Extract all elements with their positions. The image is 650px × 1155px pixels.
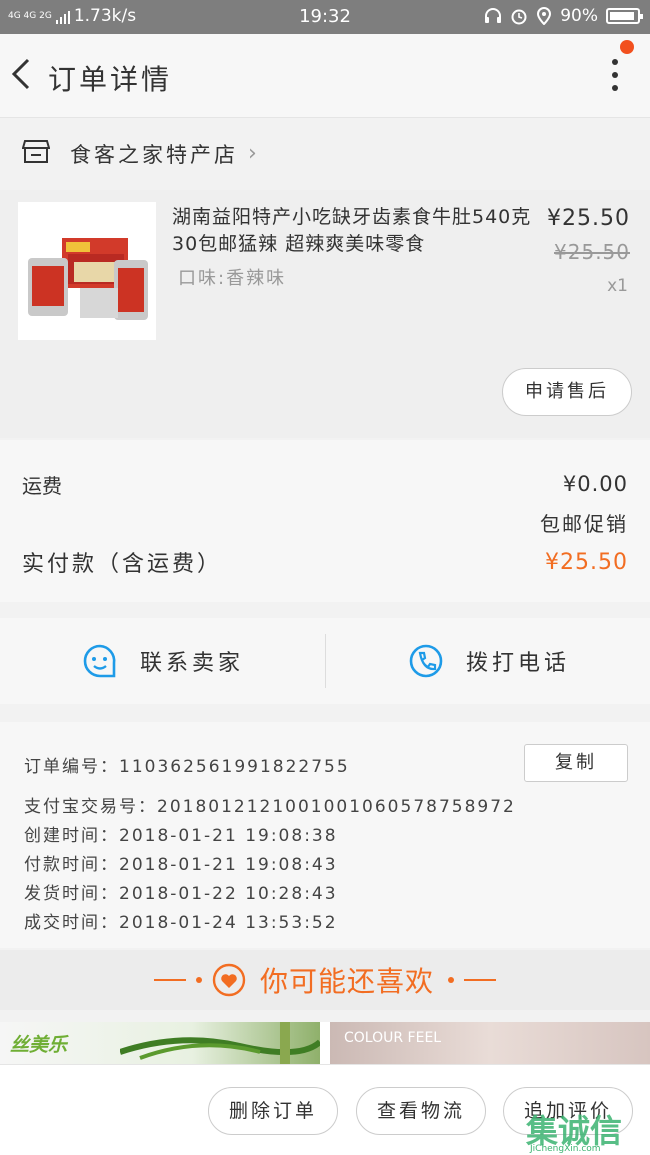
contact-divider [325,634,326,688]
shipping-label: 运费 [22,474,62,498]
back-arrow-icon[interactable] [8,54,38,94]
more-options-icon[interactable] [606,56,624,96]
shop-row[interactable]: 食客之家特产店 › [0,119,650,187]
battery-percent: 90% [560,6,598,26]
alipay-number: 支付宝交易号：2018012121001001060578758972 [24,797,516,817]
product-title[interactable]: 湖南益阳特产小吃缺牙齿素食牛肚540克30包邮猛辣 超辣爽美味零食 [172,204,532,258]
ad-card-1[interactable]: 丝美乐 [0,1022,320,1064]
contact-section: 联系卖家 拨打电话 [0,618,650,704]
delete-order-button[interactable]: 删除订单 [208,1087,338,1135]
completed-time: 成交时间：2018-01-24 13:53:52 [24,913,338,933]
order-info-section: 订单编号：110362561991822755 复制 支付宝交易号：201801… [0,722,650,948]
recommend-title: 你可能还喜欢 [259,965,434,998]
paid-time: 付款时间：2018-01-21 19:08:43 [24,855,338,875]
shipping-promo: 包邮促销 [540,512,628,536]
fees-section: 运费 ¥0.00 包邮促销 实付款（含运费） ¥25.50 [0,440,650,602]
status-right: 90% [484,6,643,26]
shop-name[interactable]: 食客之家特产店 [70,139,238,169]
left-decor-line [153,979,186,981]
ad-card-2[interactable]: COLOUR FEEL [330,1022,650,1064]
contact-seller-label: 联系卖家 [140,651,245,676]
contact-seller-button[interactable]: 联系卖家 [82,618,244,704]
status-bar: 4G 4G 2G 1.73k/s 19:32 90% [0,0,650,34]
shipping-value: ¥0.00 [562,472,628,496]
total-value: ¥25.50 [545,550,628,575]
watermark-logo: 集诚信 JiChengXin.com [526,1106,644,1154]
right-decor-line [464,979,496,981]
call-label: 拨打电话 [466,651,571,676]
store-icon [22,140,50,163]
view-logistics-button[interactable]: 查看物流 [356,1087,486,1135]
header: 订单详情 [0,34,650,118]
product-image[interactable] [18,202,156,340]
ad-1-brand: 丝美乐 [10,1034,68,1056]
product-card[interactable]: 湖南益阳特产小吃缺牙齿素食牛肚540克30包邮猛辣 超辣爽美味零食 口味:香辣味… [0,190,650,438]
product-spec: 口味:香辣味 [178,268,287,289]
right-decor-dot [448,977,454,983]
page-title: 订单详情 [48,63,173,96]
total-label: 实付款（含运费） [22,552,223,577]
call-button[interactable]: 拨打电话 [408,618,570,704]
battery-icon [606,8,643,24]
notification-dot [620,40,634,54]
recommend-header: 你可能还喜欢 [0,950,650,1010]
order-number: 订单编号：110362561991822755 [24,757,350,777]
alarm-icon [511,9,527,25]
after-sale-button[interactable]: 申请售后 [502,368,632,416]
phone-icon [409,644,443,678]
location-icon [537,7,552,25]
product-quantity: x1 [607,276,628,296]
product-price: ¥25.50 [547,206,630,231]
left-decor-dot [195,977,202,983]
heart-icon [212,963,246,997]
recommend-ads: 丝美乐 COLOUR FEEL [0,1022,650,1064]
chat-icon [83,644,116,678]
ad-2-brand: COLOUR FEEL [344,1030,442,1046]
watermark-sub: JiChengXin.com [530,1144,601,1154]
copy-button[interactable]: 复制 [524,744,628,782]
chevron-right-icon: › [248,141,257,166]
product-original-price: ¥25.50 [554,240,630,264]
shipped-time: 发货时间：2018-01-22 10:28:43 [24,884,338,904]
headphones-icon [485,8,502,23]
created-time: 创建时间：2018-01-21 19:08:38 [24,826,338,846]
